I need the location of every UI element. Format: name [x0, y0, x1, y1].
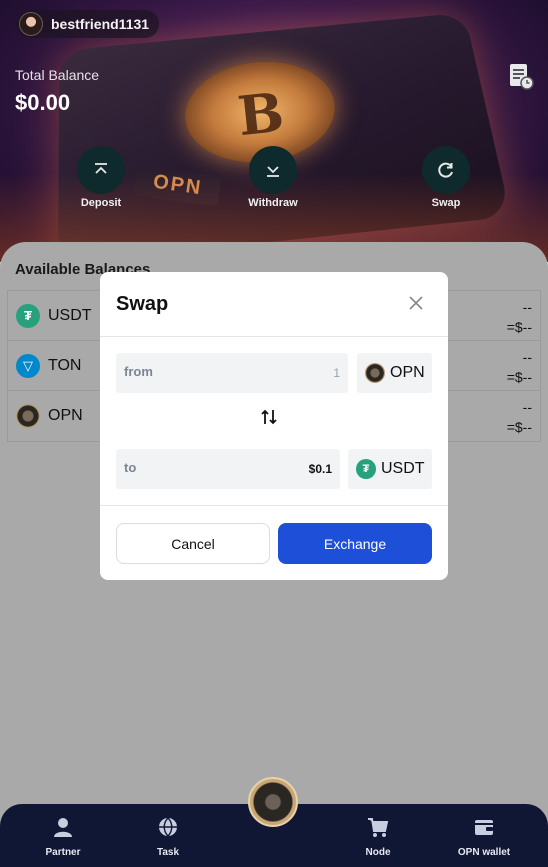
hero-banner: B OPN	[0, 0, 548, 262]
modal-title: Swap	[116, 293, 168, 316]
to-token-name: USDT	[381, 460, 425, 478]
total-balance-value: $0.00	[15, 90, 70, 116]
from-label: from	[124, 364, 153, 379]
avatar	[19, 12, 43, 36]
nav-item-node[interactable]: Node	[343, 816, 413, 858]
usdt-icon: ₮	[356, 459, 376, 479]
from-token-name: OPN	[390, 364, 425, 382]
withdraw-label: Withdraw	[238, 197, 308, 209]
coin-amount: --	[507, 347, 532, 367]
coin-amount: --	[507, 297, 532, 317]
total-balance-label: Total Balance	[15, 67, 99, 83]
nav-label: OPN wallet	[449, 847, 519, 858]
coin-letter: B	[235, 80, 287, 148]
withdraw-arrow-down-icon	[264, 161, 282, 179]
nav-item-opn-wallet[interactable]: OPN wallet	[449, 816, 519, 858]
coin-usd-value: =$--	[507, 417, 532, 437]
exchange-button[interactable]: Exchange	[278, 523, 432, 564]
coin-usd-value: =$--	[507, 367, 532, 387]
partner-user-icon	[52, 816, 74, 838]
swap-refresh-icon	[436, 160, 456, 180]
opn-icon	[16, 404, 40, 428]
from-amount-field[interactable]: from 1	[116, 353, 348, 393]
cancel-button[interactable]: Cancel	[116, 523, 270, 564]
coin-name: OPN	[48, 407, 83, 425]
from-token-select[interactable]: OPN	[357, 353, 432, 393]
deposit-label: Deposit	[66, 197, 136, 209]
coin-amount: --	[507, 397, 532, 417]
nav-label: Node	[343, 847, 413, 858]
from-amount-value: 1	[333, 366, 340, 380]
to-amount-value: $0.1	[309, 462, 332, 476]
divider	[100, 505, 448, 506]
withdraw-button[interactable]: Withdraw	[238, 146, 308, 209]
to-label: to	[124, 460, 136, 475]
task-globe-icon	[157, 816, 179, 838]
to-amount-field[interactable]: to $0.1	[116, 449, 340, 489]
records-icon[interactable]	[508, 62, 534, 90]
nav-label: Task	[133, 847, 203, 858]
user-chip[interactable]: bestfriend1131	[16, 10, 159, 38]
deposit-arrow-up-icon	[92, 161, 110, 179]
ton-icon: ▽	[16, 354, 40, 378]
username: bestfriend1131	[51, 16, 149, 32]
wallet-icon	[473, 816, 495, 838]
coin-usd-value: =$--	[507, 317, 532, 337]
coin-name: USDT	[48, 307, 92, 325]
swap-button[interactable]: Swap	[411, 146, 481, 209]
close-icon[interactable]	[408, 295, 424, 311]
nav-item-task[interactable]: Task	[133, 816, 203, 858]
swap-direction-icon[interactable]	[260, 408, 278, 426]
center-opn-coin-button[interactable]	[248, 777, 298, 827]
divider	[100, 336, 448, 337]
opn-icon	[365, 363, 385, 383]
nav-label: Partner	[28, 847, 98, 858]
node-cart-icon	[367, 816, 389, 838]
deposit-button[interactable]: Deposit	[66, 146, 136, 209]
to-token-select[interactable]: ₮ USDT	[348, 449, 432, 489]
nav-item-partner[interactable]: Partner	[28, 816, 98, 858]
coin-name: TON	[48, 357, 81, 375]
swap-modal: Swap from 1 OPN to $0.1 ₮ USDT Cancel Ex…	[100, 272, 448, 580]
swap-label: Swap	[411, 197, 481, 209]
usdt-icon: ₮	[16, 304, 40, 328]
